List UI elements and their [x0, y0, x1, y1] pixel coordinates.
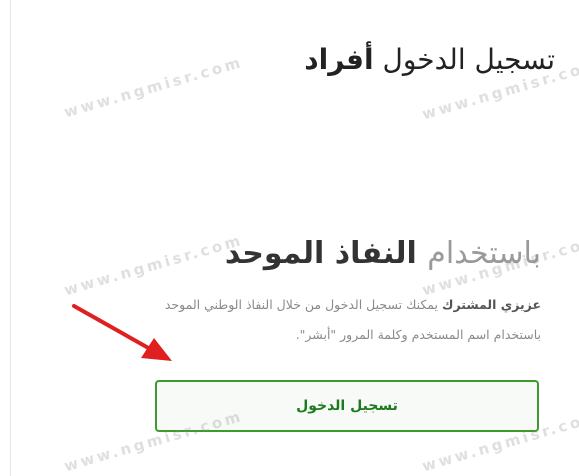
- watermark-text: www.ngmisr.com: [62, 52, 246, 122]
- nafath-description: عزيزي المشترك يمكنك تسجيل الدخول من خلال…: [141, 290, 541, 350]
- page-title-emphasis: أفراد: [304, 43, 374, 76]
- nafath-heading-dark: النفاذ الموحد: [224, 236, 417, 271]
- nafath-description-lead: عزيزي المشترك: [441, 297, 541, 312]
- nafath-heading-light: باستخدام: [427, 236, 541, 271]
- page-title-prefix: تسجيل الدخول: [382, 43, 555, 76]
- login-page: تسجيل الدخول أفراد باستخدام النفاذ الموح…: [0, 0, 579, 476]
- nafath-login-button[interactable]: تسجيل الدخول: [155, 380, 539, 432]
- red-arrow-pointer-icon: [72, 304, 172, 361]
- left-border-line: [10, 0, 11, 476]
- page-title: تسجيل الدخول أفراد: [304, 40, 555, 80]
- nafath-heading: باستخدام النفاذ الموحد: [225, 232, 541, 276]
